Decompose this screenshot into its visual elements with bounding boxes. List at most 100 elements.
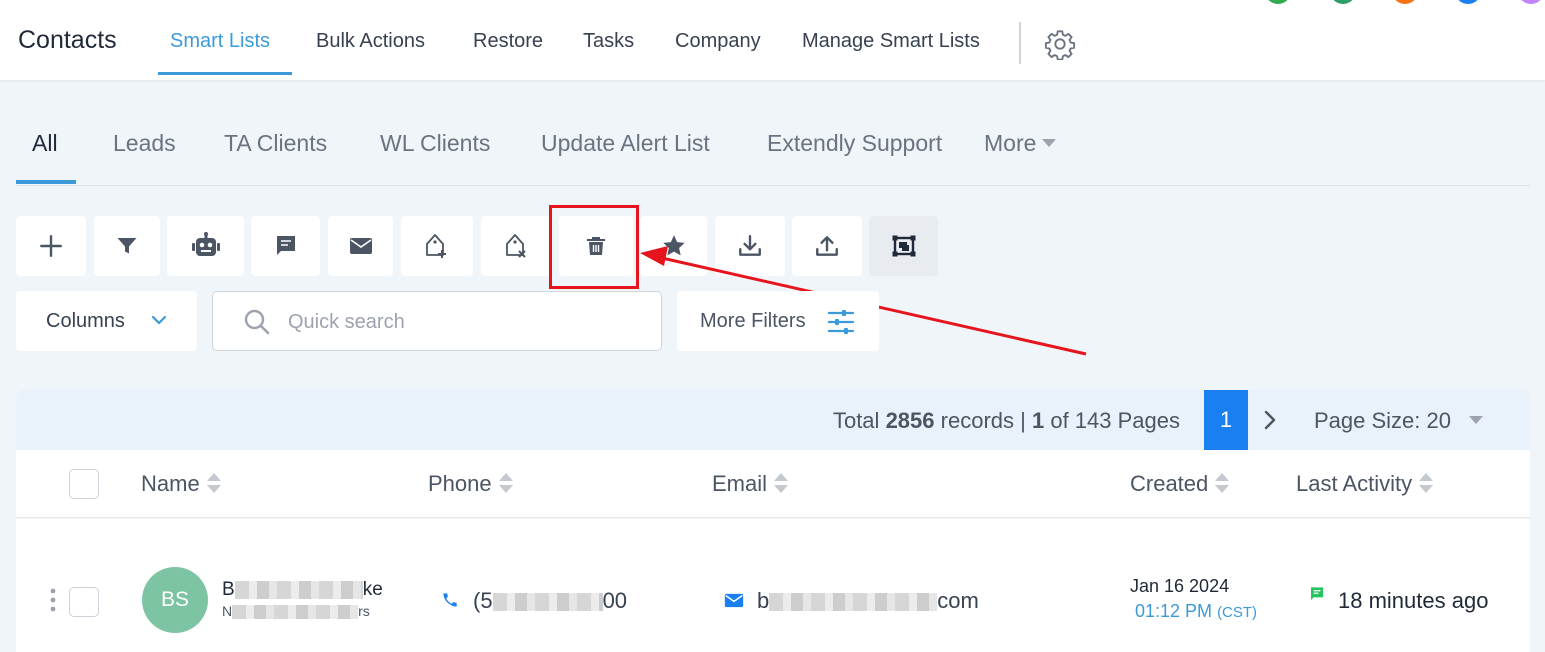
merge-contacts-button[interactable] [869,216,938,276]
phone-start: (5 [473,588,493,613]
favorite-button[interactable] [640,216,707,276]
phone-icon [443,593,457,607]
status-dot [1265,0,1291,4]
nav-bulk-actions[interactable]: Bulk Actions [316,30,425,53]
drag-handle-icon[interactable] [49,587,57,613]
page-size-select[interactable]: Page Size: 20 [1314,408,1483,434]
records-word: records | [940,408,1026,433]
redacted-block [769,593,938,612]
column-header-created[interactable]: Created [1130,471,1230,497]
status-dot [1455,0,1481,4]
star-icon [662,235,685,256]
current-page: 1 [1031,408,1045,433]
tab-active-indicator [16,180,76,184]
sort-icon [1419,473,1434,494]
tab-all[interactable]: All [32,130,58,157]
columns-dropdown[interactable]: Columns [16,291,197,351]
contact-company: Nrs [222,603,370,620]
row-checkbox[interactable] [69,587,99,617]
gear-icon[interactable] [1044,28,1076,60]
contact-phone[interactable]: (5 00 [473,588,627,614]
export-button[interactable] [792,216,862,276]
automation-button[interactable] [167,216,244,276]
chevron-down-icon [151,315,167,325]
of-pages: of 143 Pages [1050,408,1180,433]
delete-contacts-button[interactable] [559,216,633,276]
contact-email[interactable]: b com [757,588,979,614]
name-end: ke [362,579,383,600]
select-all-checkbox[interactable] [69,469,99,499]
column-header-name[interactable]: Name [141,471,222,497]
created-date: Jan 16 2024 [1130,576,1230,596]
status-dot [1392,0,1418,4]
page-title: Contacts [18,26,117,54]
redacted-block [232,605,359,620]
column-header-phone[interactable]: Phone [428,471,514,497]
robot-icon [191,232,220,256]
sliders-icon [827,310,855,334]
sort-icon [774,473,789,494]
table-header: Name Phone Email Created Last Activity [16,450,1530,518]
add-tag-icon [426,234,446,258]
import-button[interactable] [715,216,785,276]
tab-leads[interactable]: Leads [113,130,176,157]
contact-name[interactable]: Bke [222,579,383,601]
import-icon [739,235,761,256]
merge-icon [892,235,915,257]
table-row[interactable]: BS Bke Nrs (5 00 b com Jan 16 2024 01:12 P… [16,519,1530,652]
column-label: Name [141,471,200,496]
column-header-last-activity[interactable]: Last Activity [1296,471,1434,497]
created-timezone: (CST) [1217,604,1258,621]
email-start: b [757,588,770,613]
nav-smart-lists[interactable]: Smart Lists [170,30,270,53]
tab-more-label: More [984,130,1037,156]
page-button-1[interactable]: 1 [1204,390,1248,450]
trash-icon [587,237,605,255]
email-icon [724,593,744,608]
top-nav-bar: Contacts Smart Lists Bulk Actions Restor… [0,0,1545,80]
redacted-block [234,580,363,599]
add-contact-button[interactable] [16,216,86,276]
tab-wl-clients[interactable]: WL Clients [380,130,490,157]
chevron-right-icon[interactable] [1260,407,1280,433]
caret-down-icon [1042,138,1057,147]
add-icon [40,235,62,257]
filter-button[interactable] [94,216,160,276]
add-tag-button[interactable] [401,216,473,276]
pagination-bar: Total 2856 records | 1 of 143 Pages 1 Pa… [16,390,1530,450]
records-summary: Total 2856 records | 1 of 143 Pages [833,408,1180,434]
export-icon [816,236,838,256]
column-label: Phone [428,471,492,496]
column-header-email[interactable]: Email [712,471,789,497]
more-filters-button[interactable]: More Filters [677,291,879,351]
total-prefix: Total [832,408,880,433]
send-sms-button[interactable] [251,216,320,276]
status-dot [1330,0,1356,4]
nav-active-indicator [158,72,292,75]
avatar: BS [142,567,208,633]
created-time: 01:12 PM (CST) [1135,601,1257,622]
more-filters-label: More Filters [700,310,806,332]
search-icon [244,309,270,335]
send-email-button[interactable] [328,216,393,276]
search-input[interactable] [288,307,648,337]
nav-manage-smart-lists[interactable]: Manage Smart Lists [802,30,980,53]
company-end: rs [358,603,370,619]
message-icon [1311,587,1323,600]
nav-tasks[interactable]: Tasks [583,30,634,53]
remove-tag-icon [505,234,526,258]
tab-update-alert-list[interactable]: Update Alert List [541,130,710,157]
tab-ta-clients[interactable]: TA Clients [224,130,327,157]
tab-extendly-support[interactable]: Extendly Support [767,130,942,157]
nav-restore[interactable]: Restore [473,30,543,53]
remove-tag-button[interactable] [481,216,552,276]
tabs-divider [16,185,1530,186]
nav-company[interactable]: Company [675,30,761,53]
tab-more[interactable]: More [984,130,1057,157]
page-size-label: Page Size: 20 [1314,408,1451,433]
created-time-value: 01:12 PM [1135,601,1213,621]
phone-end: 00 [602,588,628,613]
sort-icon [1215,473,1230,494]
sort-icon [498,473,513,494]
email-end: com [937,588,979,613]
